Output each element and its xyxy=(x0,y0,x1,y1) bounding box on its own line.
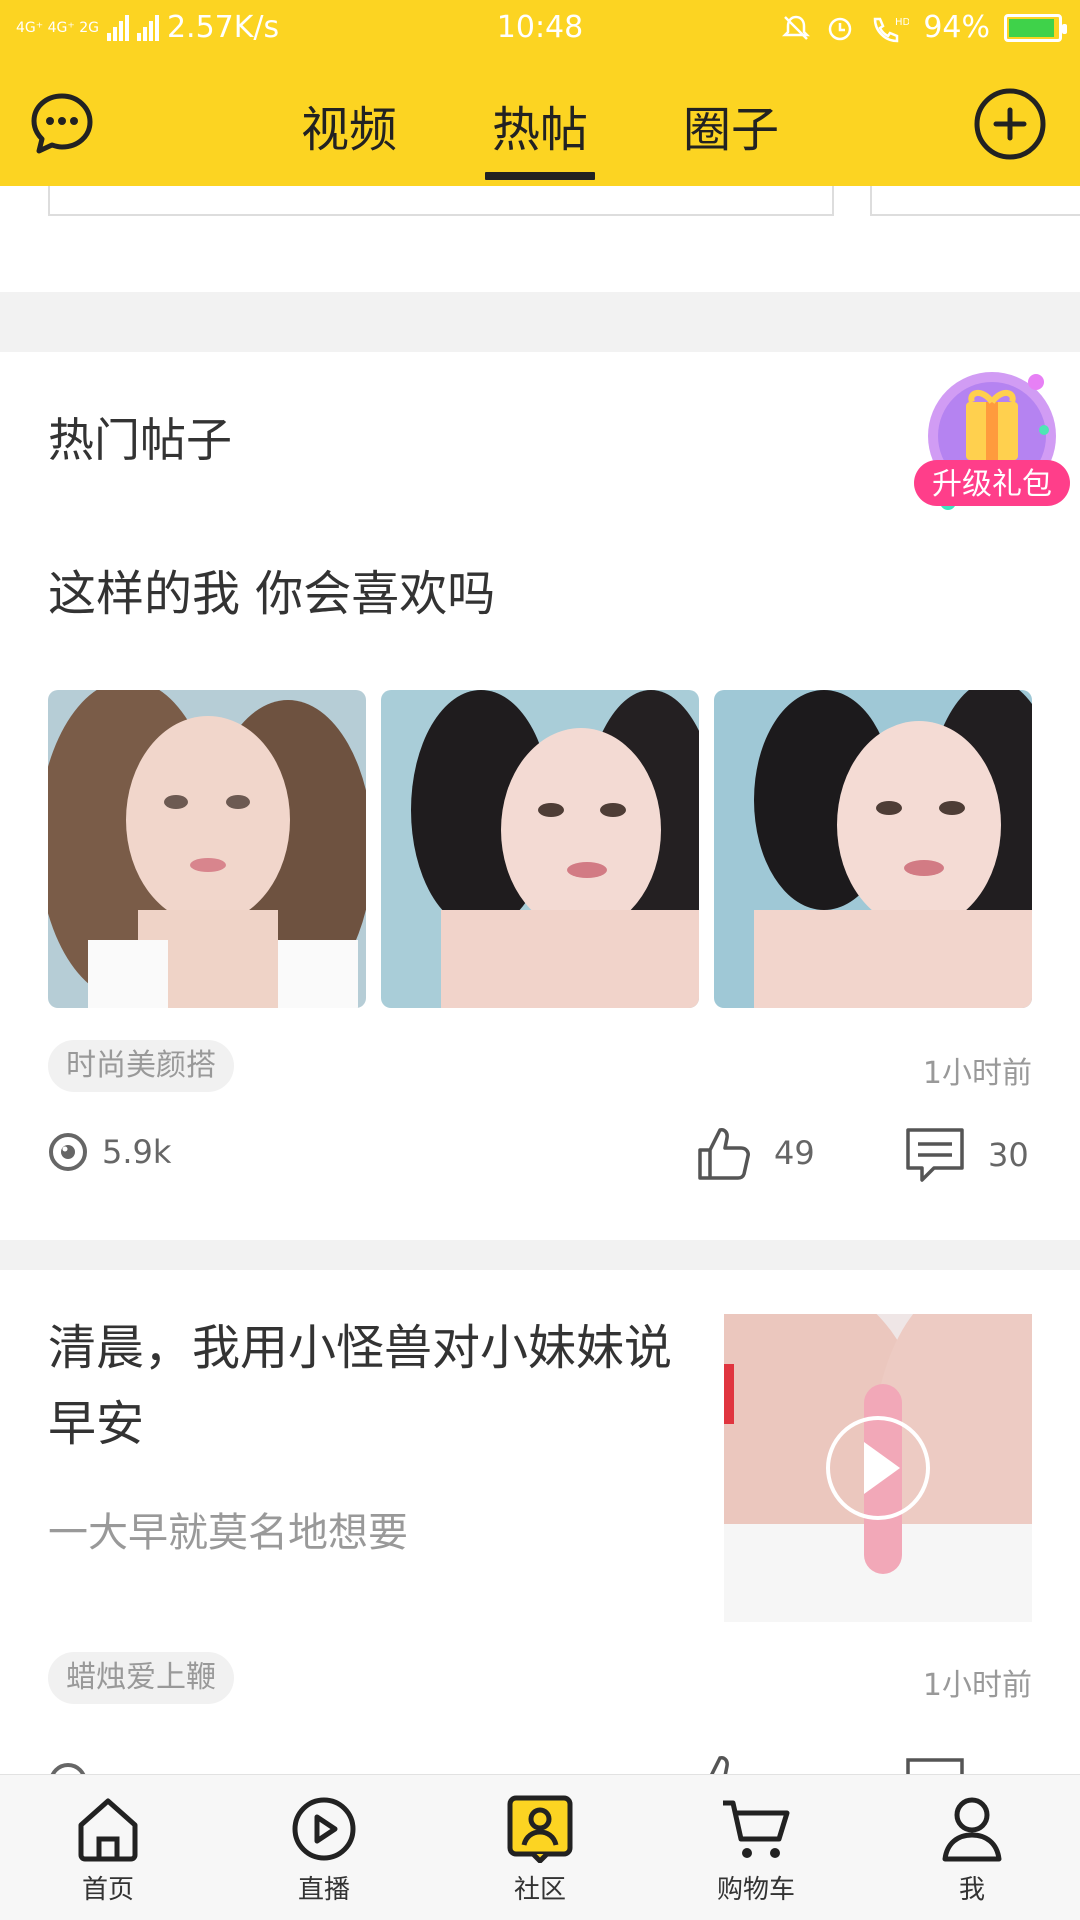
thumbs-up-icon xyxy=(710,1756,729,1774)
alarm-icon xyxy=(829,17,852,40)
post-image[interactable] xyxy=(714,690,1032,1008)
svg-text:HD: HD xyxy=(895,17,909,28)
comments-count: 30 xyxy=(988,1136,1029,1174)
nav-item-live[interactable]: 直播 xyxy=(254,1795,394,1906)
eye-icon xyxy=(50,1763,86,1774)
section-separator xyxy=(0,292,1080,352)
post-time: 1小时前 xyxy=(922,1668,1032,1703)
hd-call-icon: HD xyxy=(874,17,909,42)
battery-percent: 94% xyxy=(923,10,990,45)
post-title[interactable]: 这样的我 你会喜欢吗 xyxy=(48,554,495,624)
post-stats-partial xyxy=(0,1752,1080,1774)
bell-off-icon xyxy=(782,15,811,40)
tab-hot-posts[interactable]: 热帖 xyxy=(475,90,605,180)
top-bar: 4G⁺ 4G⁺ 2G 2.57K/s 10:48 HD 94% 视频 热帖 圈子 xyxy=(0,0,1080,186)
post-image[interactable] xyxy=(48,690,366,1008)
cart-icon xyxy=(723,1800,790,1858)
nav-item-cart[interactable]: 购物车 xyxy=(686,1795,826,1906)
header: 视频 热帖 圈子 xyxy=(0,58,1080,186)
views-count: 5.9k xyxy=(102,1133,172,1171)
post-tag[interactable]: 时尚美颜搭 xyxy=(48,1040,234,1092)
profile-icon xyxy=(942,1797,1002,1862)
thumbs-up-icon xyxy=(698,1128,750,1180)
post-image[interactable] xyxy=(381,690,699,1008)
post-separator xyxy=(0,1240,1080,1270)
post-video-thumbnail[interactable] xyxy=(724,1314,1032,1622)
gift-badge-label: 升级礼包 xyxy=(932,467,1052,502)
nav-item-home[interactable]: 首页 xyxy=(38,1795,178,1906)
community-icon xyxy=(507,1795,573,1863)
status-bar: 4G⁺ 4G⁺ 2G 2.57K/s 10:48 HD 94% xyxy=(0,0,1080,58)
plus-circle-icon[interactable] xyxy=(974,88,1046,160)
post-title[interactable]: 清晨，我用小怪兽对小妹妹说早安 xyxy=(48,1310,688,1462)
nav-item-me[interactable]: 我 xyxy=(902,1795,1042,1906)
comment-icon xyxy=(906,1128,964,1182)
tab-circles[interactable]: 圈子 xyxy=(666,90,796,160)
post-time: 1小时前 xyxy=(922,1056,1032,1091)
post-tag[interactable]: 蜡烛爱上鞭 xyxy=(48,1652,234,1704)
likes-count: 49 xyxy=(774,1134,815,1172)
previous-card[interactable] xyxy=(48,186,834,216)
post-subtitle: 一大早就莫名地想要 xyxy=(48,1510,408,1556)
views-stat: 5.9k xyxy=(48,1132,171,1172)
bottom-nav: 首页 直播 社区 购物车 我 xyxy=(0,1774,1080,1920)
post-stats: 5.9k 49 30 xyxy=(0,1128,1080,1202)
likes-stat[interactable]: 49 xyxy=(696,1124,815,1182)
section-title: 热门帖子 xyxy=(48,413,232,467)
nav-label: 首页 xyxy=(81,1875,134,1905)
nav-label: 社区 xyxy=(513,1875,566,1905)
play-icon xyxy=(292,1797,356,1861)
home-icon xyxy=(78,1798,138,1862)
eye-icon xyxy=(49,1133,87,1171)
nav-label: 购物车 xyxy=(716,1875,795,1905)
nav-label: 直播 xyxy=(297,1875,350,1905)
comments-stat[interactable]: 30 xyxy=(904,1126,1029,1184)
previous-card[interactable] xyxy=(870,186,1080,216)
gift-badge[interactable]: 升级礼包 xyxy=(910,366,1070,522)
post-image-grid xyxy=(48,690,1032,1008)
nav-item-community[interactable]: 社区 xyxy=(470,1795,610,1906)
tab-bar: 视频 热帖 圈子 xyxy=(0,58,1080,186)
comment-icon xyxy=(906,1758,964,1774)
battery-icon xyxy=(1004,13,1067,42)
status-right: HD 94% xyxy=(781,10,1067,45)
tab-video[interactable]: 视频 xyxy=(284,90,414,160)
nav-label: 我 xyxy=(958,1875,985,1905)
